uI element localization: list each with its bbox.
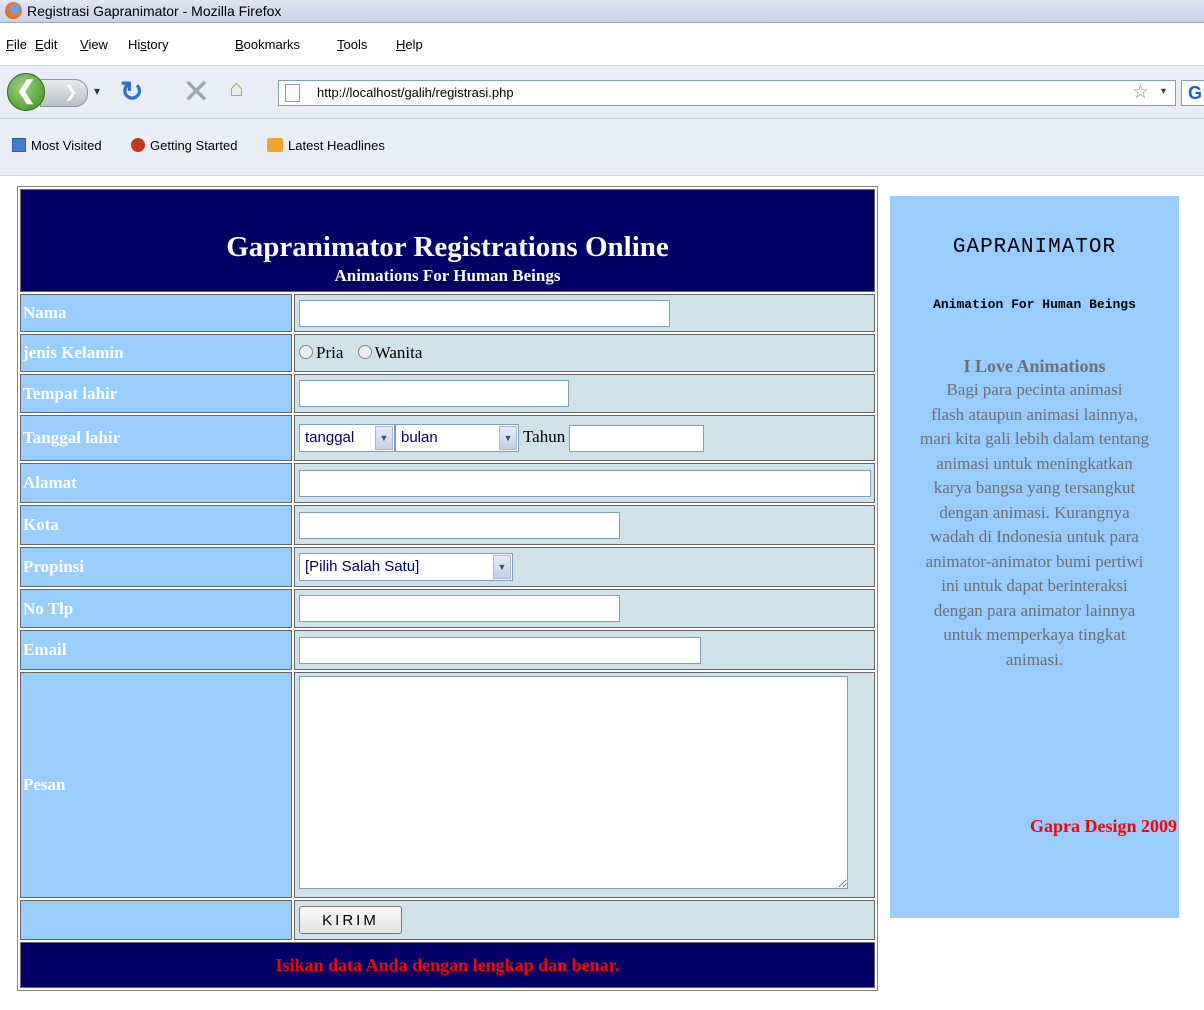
rss-feed-icon bbox=[267, 138, 283, 152]
no-tlp-input[interactable] bbox=[299, 595, 620, 622]
tempat-lahir-input[interactable] bbox=[299, 380, 569, 407]
url-dropdown-icon[interactable]: ▾ bbox=[1161, 86, 1166, 97]
label-propinsi: Propinsi bbox=[20, 547, 292, 587]
address-bar[interactable]: http://localhost/galih/registrasi.php ☆ … bbox=[278, 80, 1176, 106]
radio-pria[interactable] bbox=[299, 345, 313, 359]
label-pesan: Pesan bbox=[20, 672, 292, 898]
firefox-icon bbox=[5, 2, 22, 19]
label-jenis-kelamin: jenis Kelamin bbox=[20, 334, 292, 372]
reload-icon[interactable]: ↻ bbox=[120, 75, 143, 108]
back-button[interactable]: ❮ bbox=[7, 73, 45, 111]
footer-note: Isikan data Anda dengan lengkap dan bena… bbox=[20, 942, 875, 988]
label-tempat-lahir: Tempat lahir bbox=[20, 374, 292, 413]
tanggal-select[interactable]: tanggal ▼ bbox=[299, 424, 395, 452]
menu-help[interactable]: Help bbox=[396, 37, 423, 52]
kota-input[interactable] bbox=[299, 511, 620, 539]
page-icon bbox=[285, 84, 300, 102]
tahun-input[interactable] bbox=[569, 424, 705, 452]
form-header: Gapranimator Registrations Online Animat… bbox=[20, 189, 875, 292]
sidebar-credit: Gapra Design 2009 bbox=[1029, 816, 1177, 836]
gender-option-pria[interactable]: Pria bbox=[299, 343, 343, 362]
radio-wanita[interactable] bbox=[357, 345, 372, 359]
page-content: Gapranimator Registrations Online Animat… bbox=[0, 176, 1204, 1010]
sidebar-brand: GAPRANIMATOR bbox=[952, 236, 1117, 259]
sidebar-tagline: Animation For Human Beings bbox=[933, 297, 1136, 312]
label-nama: Nama bbox=[20, 294, 292, 332]
navigation-toolbar: ❯ ❮ ▾ ↻ ✕ ⌂ http://localhost/galih/regis… bbox=[0, 65, 1204, 119]
stop-icon[interactable]: ✕ bbox=[182, 72, 211, 112]
menu-bookmarks[interactable]: Bookmarks bbox=[235, 37, 300, 52]
menu-history[interactable]: History bbox=[128, 37, 168, 52]
bookmark-star-icon[interactable]: ☆ bbox=[1132, 81, 1149, 104]
dropdown-arrow-icon: ▼ bbox=[375, 426, 393, 450]
propinsi-select[interactable]: [Pilih Salah Satu] ▼ bbox=[299, 553, 513, 581]
back-arrow-icon: ❮ bbox=[15, 77, 37, 104]
firefox-logo-icon bbox=[131, 138, 145, 152]
sidebar-heading: I Love Animations bbox=[963, 356, 1106, 376]
tahun-label: Tahun bbox=[522, 426, 566, 446]
forward-button[interactable]: ❯ bbox=[40, 79, 88, 107]
menu-view[interactable]: View bbox=[80, 37, 108, 52]
sidebar-panel: GAPRANIMATOR Animation For Human Beings … bbox=[890, 196, 1179, 918]
home-icon[interactable]: ⌂ bbox=[229, 75, 244, 103]
label-tanggal-lahir: Tanggal lahir bbox=[20, 415, 292, 461]
search-engine-icon[interactable]: G bbox=[1181, 80, 1204, 106]
forward-arrow-icon: ❯ bbox=[64, 84, 78, 101]
email-input[interactable] bbox=[299, 636, 701, 664]
form-subtitle: Animations For Human Beings bbox=[334, 266, 561, 285]
gender-option-wanita[interactable]: Wanita bbox=[357, 343, 422, 362]
most-visited-icon bbox=[12, 138, 26, 152]
registration-form: Gapranimator Registrations Online Animat… bbox=[17, 186, 878, 991]
dropdown-arrow-icon: ▼ bbox=[493, 555, 511, 579]
pesan-textarea[interactable] bbox=[299, 676, 848, 889]
url-text[interactable]: http://localhost/galih/registrasi.php bbox=[317, 85, 514, 100]
nama-input[interactable] bbox=[299, 299, 670, 327]
menu-bar: File Edit View History Bookmarks Tools H… bbox=[0, 37, 1204, 59]
bulan-select[interactable]: bulan ▼ bbox=[395, 424, 519, 452]
label-kota: Kota bbox=[20, 505, 292, 545]
submit-label-cell bbox=[20, 900, 292, 940]
window-title: Registrasi Gapranimator - Mozilla Firefo… bbox=[27, 3, 282, 19]
window-title-bar: Registrasi Gapranimator - Mozilla Firefo… bbox=[0, 0, 1204, 23]
menu-file[interactable]: File bbox=[6, 37, 27, 52]
label-alamat: Alamat bbox=[20, 463, 292, 503]
bookmarks-toolbar: Most Visited Getting Started Latest Head… bbox=[0, 119, 1204, 176]
bookmark-most-visited[interactable]: Most Visited bbox=[12, 138, 102, 153]
bookmark-getting-started[interactable]: Getting Started bbox=[131, 138, 237, 153]
form-title: Gapranimator Registrations Online bbox=[226, 231, 669, 263]
sidebar-description: Bagi para pecinta animasi flash ataupun … bbox=[920, 380, 1149, 669]
history-dropdown-icon[interactable]: ▾ bbox=[94, 84, 100, 98]
label-email: Email bbox=[20, 630, 292, 670]
alamat-input[interactable] bbox=[299, 469, 871, 497]
menu-tools[interactable]: Tools bbox=[337, 37, 367, 52]
menu-edit[interactable]: Edit bbox=[35, 37, 57, 52]
bookmark-latest-headlines[interactable]: Latest Headlines bbox=[267, 138, 385, 153]
kirim-button[interactable]: KIRIM bbox=[299, 906, 402, 934]
label-no-tlp: No Tlp bbox=[20, 589, 292, 628]
dropdown-arrow-icon: ▼ bbox=[499, 426, 517, 450]
